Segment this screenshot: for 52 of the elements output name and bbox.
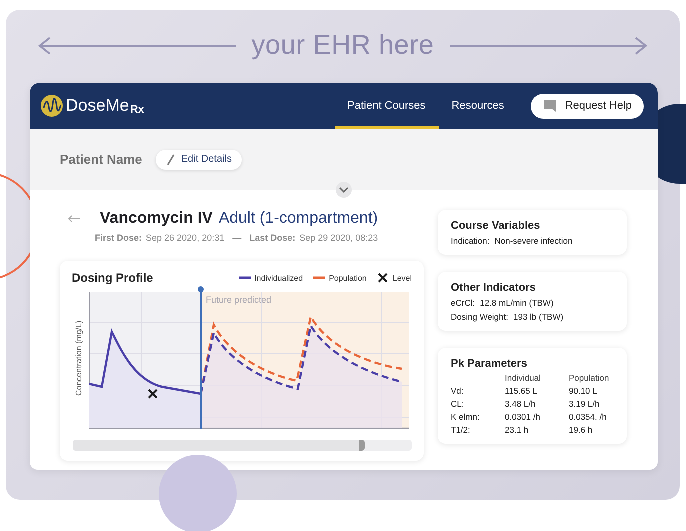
date-value: Sep 26 2020, 20:31 <box>146 233 225 243</box>
table-cell-text: 23.1 h <box>505 425 530 435</box>
axis-label: Concentration (mg/L) <box>74 319 84 398</box>
card-title: Pk Parameters <box>451 358 528 370</box>
column-header: Individual <box>505 373 542 383</box>
legend-label: Population <box>329 274 367 282</box>
date-label: First Dose: <box>95 233 142 243</box>
level-marker <box>148 389 158 399</box>
future-predicted-label: Future predicted <box>206 295 272 305</box>
chat-icon <box>543 99 558 113</box>
expand-button[interactable] <box>336 182 352 198</box>
legend-label: Level <box>392 274 412 282</box>
logo-text: DoseMe <box>66 96 130 116</box>
chart-title: Dosing Profile <box>72 271 154 285</box>
nav-tab[interactable]: Resources <box>438 83 518 129</box>
date-label: Last Dose: <box>250 233 296 243</box>
right-arrow-icon <box>448 36 648 56</box>
parameter-label: CL: <box>451 399 466 409</box>
column-header: Population <box>569 373 610 383</box>
drug-name: Vancomycin IV <box>100 210 213 228</box>
field-label: eCrCl: <box>451 298 476 308</box>
parameter-label: T1/2: <box>451 425 472 435</box>
table-cell-text: 3.19 L/h <box>569 399 601 409</box>
field-value: 12.8 mL/min (TBW) <box>480 298 554 308</box>
logo-icon <box>41 95 63 117</box>
field-value: 193 lb (TBW) <box>513 312 564 322</box>
field-label: Dosing Weight: <box>451 312 508 322</box>
logo-mark: Rx <box>130 104 144 116</box>
left-arrow-icon <box>38 36 238 56</box>
card-title: Course Variables <box>451 220 542 232</box>
table-cell-text: 3.48 L/h <box>505 399 537 409</box>
banner-title: your EHR here <box>252 30 434 61</box>
table-cell-text: 0.0301 /h <box>505 412 542 422</box>
card-title: Other Indicators <box>451 282 537 294</box>
parameter-label: Vd: <box>451 386 465 396</box>
parameter-label: K elmn: <box>451 412 481 422</box>
chevron-down-icon <box>339 187 349 193</box>
field-label: Indication: <box>451 236 490 246</box>
date-value: Sep 29 2020, 08:23 <box>300 233 378 243</box>
patient-name: Patient Name <box>60 152 142 167</box>
edit-details-button[interactable]: Edit Details <box>156 150 242 170</box>
date-separator: — <box>232 233 242 243</box>
field-value: Non-severe infection <box>494 236 573 246</box>
model-name: Adult (1-compartment) <box>218 210 378 228</box>
legend-label: Individualized <box>254 274 304 282</box>
table-cell-text: 0.0354. /h <box>569 412 608 422</box>
pencil-icon <box>166 154 176 166</box>
request-help-button[interactable]: Request Help <box>531 94 644 118</box>
table-cell-text: 19.6 h <box>569 425 594 435</box>
table-cell-text: 115.65 L <box>505 386 538 396</box>
back-arrow-icon <box>68 215 80 223</box>
table-cell-text: 90.10 L <box>569 386 598 396</box>
